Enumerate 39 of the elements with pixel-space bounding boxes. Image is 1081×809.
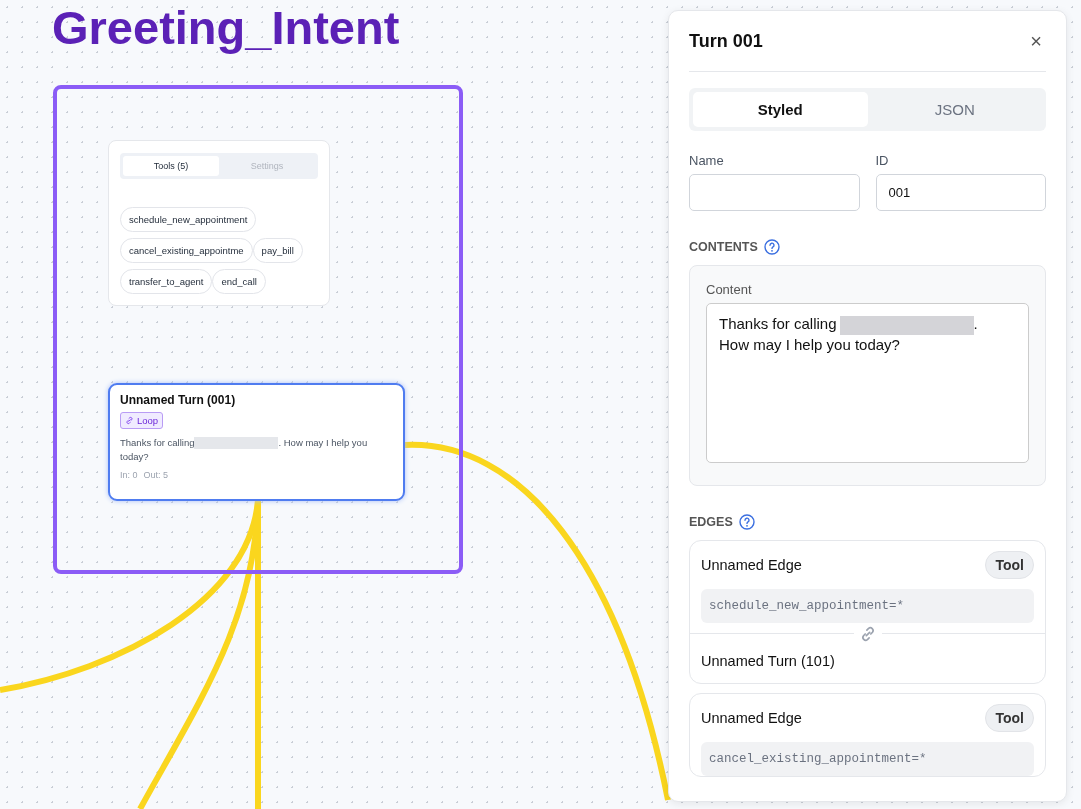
- edge-type-tag: Tool: [985, 551, 1034, 579]
- section-heading: EDGES: [689, 515, 733, 529]
- edge-title: Unnamed Edge: [701, 710, 802, 726]
- tool-chip[interactable]: schedule_new_appointment: [120, 207, 257, 232]
- edge-condition: schedule_new_appointment=*: [701, 589, 1034, 623]
- tool-chip[interactable]: transfer_to_agent: [120, 269, 213, 294]
- panel-title: Turn 001: [689, 30, 763, 52]
- tool-chip[interactable]: end_call: [212, 269, 266, 294]
- edge-count: Out: 5: [143, 470, 169, 480]
- field-label: Content: [706, 282, 753, 297]
- section-heading: CONTENTS: [689, 240, 758, 254]
- field-label: Name: [689, 153, 725, 168]
- tool-chip[interactable]: cancel_existing_appointme: [120, 238, 253, 263]
- tab[interactable]: JSON: [867, 92, 1042, 127]
- edge-count: In: 0: [120, 470, 138, 480]
- target-turn: Unnamed Turn (101): [700, 652, 836, 671]
- tab[interactable]: Styled: [693, 92, 868, 127]
- node-text: . How may I help you: [278, 436, 368, 450]
- turn-node[interactable]: Unnamed Turn (001) Loop Thanks for calling . How may I help you today? In: 0 Out: 5: [108, 383, 405, 501]
- intent-title: Greeting_Intent: [52, 0, 400, 55]
- tool-chip[interactable]: pay_bill: [252, 238, 303, 263]
- tab[interactable]: Tools (5): [123, 156, 219, 176]
- input-field[interactable]: [689, 174, 860, 211]
- node-text: Thanks for calling: [120, 436, 195, 450]
- field-label: ID: [875, 153, 890, 168]
- edge-condition: cancel_existing_appointment=*: [701, 742, 1034, 776]
- loop-badge: Loop: [120, 412, 164, 429]
- link-icon: [125, 416, 134, 425]
- node-title: Unnamed Turn (001): [120, 393, 237, 407]
- edge-card[interactable]: Unnamed Edge Tool cancel_existing_appointment=*: [689, 693, 1046, 777]
- help-icon[interactable]: [763, 239, 780, 255]
- edge-title: Unnamed Edge: [701, 557, 802, 573]
- node-text: today?: [120, 450, 149, 464]
- edge-card[interactable]: Unnamed Edge Tool schedule_new_appointment=* Unnamed Turn (101): [689, 540, 1046, 684]
- help-icon[interactable]: [738, 514, 755, 530]
- close-button[interactable]: ×: [1026, 29, 1046, 53]
- edge-type-tag: Tool: [985, 704, 1034, 732]
- content-textarea[interactable]: Thanks for calling . How may I help you today?: [706, 303, 1029, 463]
- input-field[interactable]: 001: [875, 174, 1046, 211]
